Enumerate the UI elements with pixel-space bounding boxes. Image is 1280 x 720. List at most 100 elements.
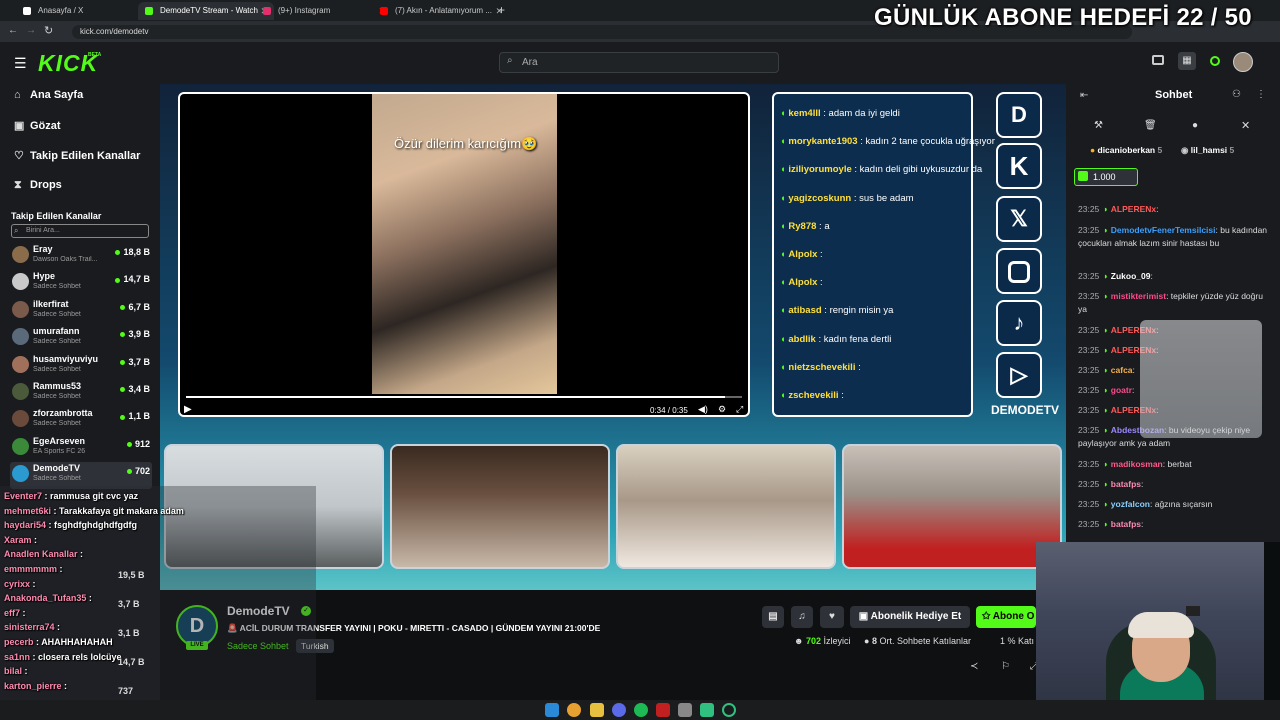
viewer-label: İzleyici bbox=[823, 636, 851, 646]
chat-bubble-icon[interactable]: ● bbox=[1192, 120, 1198, 131]
nav-home[interactable]: ⌂ Ana Sayfa bbox=[14, 89, 83, 101]
pinned-count: 5 bbox=[1229, 145, 1235, 155]
channel-avatar bbox=[12, 410, 29, 428]
chrome-icon[interactable] bbox=[567, 703, 581, 717]
creator-dashboard-icon[interactable] bbox=[1152, 55, 1164, 65]
nav-label: Gözat bbox=[30, 120, 61, 132]
viewers-icon: ☻ bbox=[794, 636, 806, 646]
trash-icon[interactable]: 🗑 bbox=[1144, 120, 1157, 131]
browser-tab[interactable]: Anasayfa / X✕ bbox=[16, 2, 152, 20]
channel-viewers: 3,7 B bbox=[118, 599, 140, 609]
reload-icon[interactable]: ↻ bbox=[44, 24, 53, 37]
browser-tab-active[interactable]: DemodeTV Stream - Watch✕ bbox=[138, 2, 274, 20]
search-input[interactable]: Ara bbox=[499, 52, 779, 73]
app-icon[interactable] bbox=[722, 703, 736, 717]
settings-icon[interactable]: ⚙ bbox=[718, 404, 726, 415]
followed-channel[interactable]: Eray Dawson Oaks Trail... 18,8 B bbox=[10, 243, 152, 270]
heart-icon[interactable]: ♥ bbox=[820, 606, 844, 628]
badge-icon: ◗ bbox=[1103, 291, 1111, 301]
overlay-chat-message: ◖ atibasd : rengin misin ya bbox=[780, 305, 894, 317]
chat-username[interactable]: Zukoo_09 bbox=[1111, 271, 1151, 281]
folder-icon[interactable] bbox=[590, 703, 604, 717]
browser-tab[interactable]: (7) Akın - Anlatamıyorum ... ✕ bbox=[373, 2, 509, 20]
channel-name: ilkerfirat bbox=[33, 298, 69, 309]
followed-channel[interactable]: zforzambrotta Sadece Sohbet 1,1 B bbox=[10, 407, 152, 434]
obs-chat-text: Tarakkafaya git makara adam bbox=[59, 505, 184, 516]
new-tab-icon[interactable]: + bbox=[498, 3, 505, 17]
volume-icon[interactable]: ◀) bbox=[698, 404, 708, 415]
chat-text: ağzına sıçarsın bbox=[1154, 499, 1213, 509]
clip-icon[interactable]: ▤ bbox=[762, 606, 784, 628]
report-icon[interactable]: ⚐ bbox=[1001, 661, 1010, 672]
avatar[interactable] bbox=[1233, 52, 1253, 72]
followed-channel[interactable]: Rammus53 Sadece Sohbet 3,4 B bbox=[10, 380, 152, 407]
mod-tools-icon[interactable]: ⚒ bbox=[1094, 120, 1103, 131]
overlay-chat-text: kadın deli gibi uykusuzdur da bbox=[859, 164, 983, 176]
drops-icon: ⧗ bbox=[14, 179, 22, 191]
video-time: 0:34 / 0:35 bbox=[650, 406, 688, 415]
wall-frame bbox=[1186, 606, 1200, 616]
video-progress-track[interactable] bbox=[186, 396, 742, 398]
start-icon[interactable] bbox=[545, 703, 559, 717]
embedded-video[interactable]: Özür dilerim karıcığım🥹 ▶ 0:34 / 0:35 ◀)… bbox=[178, 92, 750, 417]
chat-username[interactable]: batafps bbox=[1111, 519, 1141, 529]
more-icon[interactable]: ⋮ bbox=[1256, 89, 1266, 100]
layout-toggle-icon[interactable]: ▦ bbox=[1178, 52, 1196, 70]
chat-time: 23:25 bbox=[1078, 425, 1100, 435]
channel-search-input[interactable]: Birini Ara... bbox=[11, 224, 149, 238]
followed-channel[interactable]: umurafann Sadece Sohbet 3,9 B bbox=[10, 325, 152, 352]
fullscreen-icon[interactable]: ⤢ bbox=[736, 404, 743, 415]
app-icon[interactable] bbox=[656, 703, 670, 717]
chat-username[interactable]: yozfalcon bbox=[1111, 499, 1150, 509]
obs-chat-message: eff7 : bbox=[4, 607, 26, 618]
chat-username[interactable]: cafca bbox=[1111, 365, 1133, 375]
tab-label: Anasayfa / X bbox=[38, 6, 84, 15]
collapse-chat-icon[interactable]: ⇤ bbox=[1080, 90, 1088, 101]
followed-channel[interactable]: husamviyuviyu Sadece Sohbet 3,7 B bbox=[10, 353, 152, 380]
gift-sub-button[interactable]: ▣ Abonelik Hediye Et bbox=[850, 606, 970, 628]
chat-message: 23:25 ◗ yozfalcon: ağzına sıçarsın bbox=[1078, 499, 1213, 509]
browser-tab[interactable]: (9+) Instagram✕ bbox=[256, 2, 392, 20]
nav-drops[interactable]: ⧗ Drops bbox=[14, 179, 62, 192]
followed-channel[interactable]: Hype Sadece Sohbet 14,7 B bbox=[10, 270, 152, 297]
badge-icon: ◗ bbox=[1103, 365, 1111, 375]
close-icon[interactable]: ✕ bbox=[1241, 119, 1250, 132]
channel-viewers: 6,7 B bbox=[120, 302, 150, 312]
instagram-favicon-icon bbox=[263, 7, 271, 15]
menu-icon[interactable]: ☰ bbox=[14, 55, 27, 72]
chat-username[interactable]: goatr bbox=[1111, 385, 1132, 395]
app-icon[interactable] bbox=[678, 703, 692, 717]
chat-username[interactable]: mistikterimist bbox=[1111, 291, 1166, 301]
x-favicon-icon bbox=[23, 7, 31, 15]
status-icon[interactable] bbox=[1210, 56, 1220, 66]
channel-viewers: 3,9 B bbox=[120, 329, 150, 339]
forward-icon[interactable]: → bbox=[26, 25, 36, 36]
share-icon[interactable]: ≺ bbox=[970, 661, 978, 672]
play-icon[interactable]: ▶ bbox=[184, 404, 192, 415]
followed-channel[interactable]: ilkerfirat Sadece Sohbet 6,7 B bbox=[10, 298, 152, 325]
followed-channel[interactable]: EgeArseven EA Sports FC 26 912 bbox=[10, 435, 152, 462]
nav-following[interactable]: ♡ Takip Edilen Kanallar bbox=[14, 149, 140, 162]
chat-username[interactable]: DemodetvFenerTemsilcisi bbox=[1111, 225, 1216, 235]
viewer-count: ☻ 702 İzleyici bbox=[794, 636, 851, 646]
discord-icon[interactable] bbox=[612, 703, 626, 717]
brand-label: DEMODETV bbox=[991, 403, 1060, 417]
channel-category: Sadece Sohbet bbox=[33, 420, 81, 428]
nav-browse[interactable]: ▣ Gözat bbox=[14, 119, 61, 132]
bell-icon[interactable]: ♫ bbox=[791, 606, 813, 628]
users-icon[interactable]: ⚇ bbox=[1232, 89, 1241, 100]
channel-avatar bbox=[12, 300, 29, 318]
pinned-username: dicanioberkan bbox=[1097, 145, 1156, 155]
gift-icon: ▣ bbox=[858, 611, 871, 622]
chat-time: 23:25 bbox=[1078, 459, 1100, 469]
spotify-icon[interactable] bbox=[634, 703, 648, 717]
chat-username[interactable]: batafps bbox=[1111, 479, 1141, 489]
back-icon[interactable]: ← bbox=[8, 25, 18, 36]
chat-username[interactable]: ALPERENx bbox=[1111, 204, 1156, 214]
obs-chat-text: rammusa git cvc yaz bbox=[50, 491, 139, 501]
chat-username[interactable]: madikosman bbox=[1111, 459, 1163, 469]
hair-shape bbox=[1128, 612, 1194, 638]
channel-name: DemodeTV bbox=[33, 463, 81, 474]
subscribe-button[interactable]: ✩ Abone O bbox=[976, 606, 1036, 628]
app-icon[interactable] bbox=[700, 703, 714, 717]
